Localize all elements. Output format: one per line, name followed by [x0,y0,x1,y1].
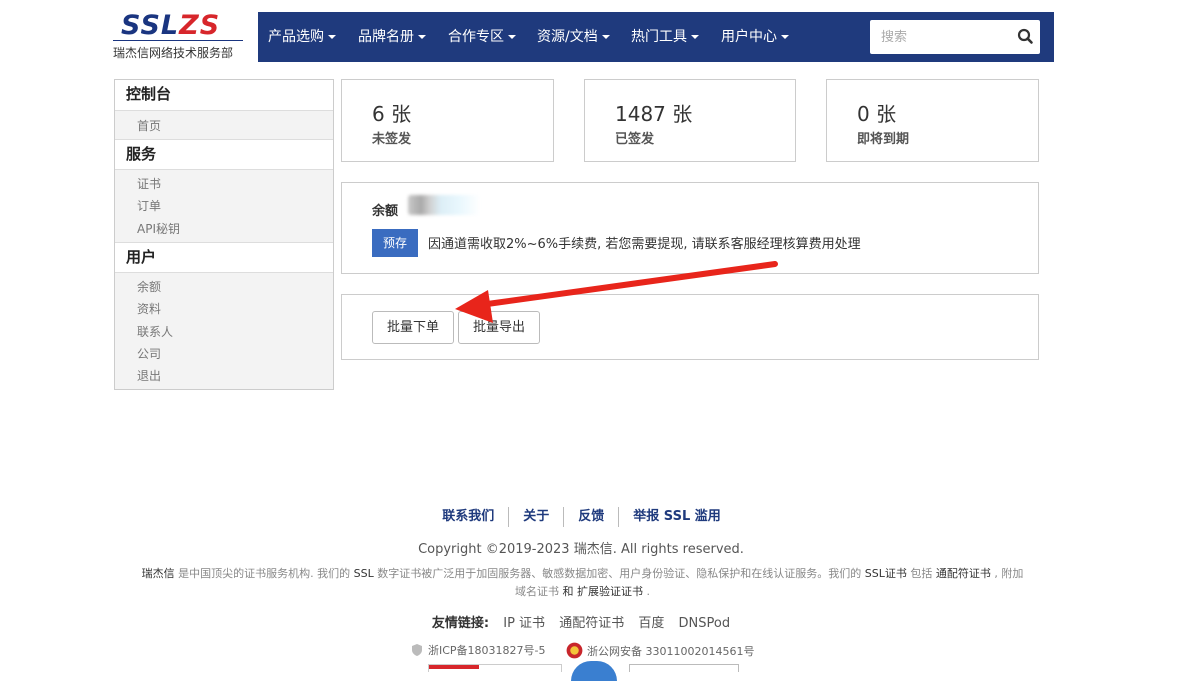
caret-down-icon [328,35,336,39]
footer-badge-gray[interactable] [629,664,739,672]
sidebar-item-profile[interactable]: 资料 [137,300,161,317]
stat-label: 未签发 [372,132,412,147]
icp-record[interactable]: 浙ICP备18031827号-5 [410,642,546,658]
nav-products[interactable]: 产品选购 [268,12,336,62]
logo-divider [113,40,243,41]
stat-value: 1487 张 [615,102,693,126]
stat-value: 6 张 [372,102,412,126]
stat-label: 即将到期 [857,132,910,147]
sidebar-item-contacts[interactable]: 联系人 [137,323,173,340]
footer-link-feedback[interactable]: 反馈 [564,507,620,527]
sidebar: 控制台 首页 服务 证书 订单 API秘钥 用户 余额 资料 联系人 公司 退出 [114,79,334,390]
caret-down-icon [781,35,789,39]
search-input[interactable] [870,20,1010,54]
caret-down-icon [418,35,426,39]
search-button[interactable] [1010,20,1040,54]
desc-wildcard-link[interactable]: 通配符证书 [936,567,991,580]
sidebar-heading-console: 控制台 [115,80,333,111]
desc-and: 和 [562,585,574,598]
desc-text: . [643,585,650,598]
main-navbar: 产品选购 品牌名册 合作专区 资源/文档 热门工具 用户中心 [258,12,1054,62]
caret-down-icon [601,35,610,39]
nav-partners[interactable]: 合作专区 [448,12,516,62]
footer-link-about[interactable]: 关于 [509,507,565,527]
stat-card-expiring: 0 张 即将到期 [826,79,1039,162]
shield-icon [412,644,422,656]
nav-tools[interactable]: 热门工具 [631,12,699,62]
sidebar-item-certificates[interactable]: 证书 [137,175,161,192]
stat-card-pending: 6 张 未签发 [341,79,554,162]
caret-down-icon [508,35,516,39]
nav-brands[interactable]: 品牌名册 [358,12,426,62]
desc-text: 数字证书被广泛用于加固服务器、敏感数据加密、用户身份验证、隐私保护和在线认证服务… [373,567,865,580]
logo-subtitle: 瑞杰信网络技术服务部 [113,46,234,60]
fee-notice: 因通道需收取2%~6%手续费, 若您需要提现, 请联系客服经理核算费用处理 [428,237,861,252]
friend-link[interactable]: 百度 [638,616,664,631]
sidebar-item-orders[interactable]: 订单 [137,197,161,214]
search-box [870,20,1040,54]
desc-text: 包括 [906,567,936,580]
sidebar-item-logout[interactable]: 退出 [137,367,161,384]
sidebar-item-balance[interactable]: 余额 [137,278,161,295]
friend-links-title: 友情链接: [431,616,490,631]
copyright: Copyright ©2019-2023 瑞杰信. All rights res… [418,542,744,557]
sidebar-heading-services: 服务 [115,139,333,170]
annotation-arrow [455,261,778,323]
footer-link-report-abuse[interactable]: 举报 SSL 滥用 [619,507,734,527]
sidebar-item-home[interactable]: 首页 [137,117,161,134]
site-logo[interactable]: SSLZS 瑞杰信网络技术服务部 [113,10,243,62]
desc-text: 是中国顶尖的证书服务机构. 我们的 [174,567,354,580]
friend-links: 友情链接: IP 证书 通配符证书 百度 DNSPod [0,612,1162,631]
logo-wordmark: SSLZS [121,10,221,41]
footer-badge-red[interactable] [428,664,562,672]
balance-label: 余额 [372,204,399,219]
friend-link[interactable]: DNSPod [679,616,731,631]
sidebar-heading-user: 用户 [115,242,333,273]
desc-brand-link[interactable]: 瑞杰信 [142,567,175,580]
desc-ssl-link[interactable]: SSL [354,567,374,580]
stat-value: 0 张 [857,102,897,126]
desc-ev-link[interactable]: 扩展验证证书 [574,585,643,598]
caret-down-icon [691,35,699,39]
stat-card-issued: 1487 张 已签发 [584,79,796,162]
prepaid-badge[interactable]: 预存 [372,229,418,257]
sidebar-item-company[interactable]: 公司 [137,345,161,362]
sidebar-item-api-keys[interactable]: API秘钥 [137,220,180,237]
nav-user-center[interactable]: 用户中心 [721,12,789,62]
footer-link-contact[interactable]: 联系我们 [428,507,510,527]
site-description: 瑞杰信 是中国顶尖的证书服务机构. 我们的 SSL 数字证书被广泛用于加固服务器… [140,565,1025,601]
friend-link[interactable]: 通配符证书 [559,616,624,631]
friend-link[interactable]: IP 证书 [503,616,545,631]
desc-ssl-cert-link[interactable]: SSL证书 [865,567,907,580]
police-record[interactable]: 浙公网安备 33011002014561号 [566,642,754,659]
nav-resources[interactable]: 资源/文档 [537,12,610,62]
footer-badge-blue[interactable] [571,661,617,681]
balance-value-redacted [408,195,480,215]
footer-links: 联系我们 关于 反馈 举报 SSL 滥用 [0,507,1163,527]
stat-label: 已签发 [615,132,655,147]
search-icon [1017,28,1033,44]
police-emblem-icon [566,642,583,659]
